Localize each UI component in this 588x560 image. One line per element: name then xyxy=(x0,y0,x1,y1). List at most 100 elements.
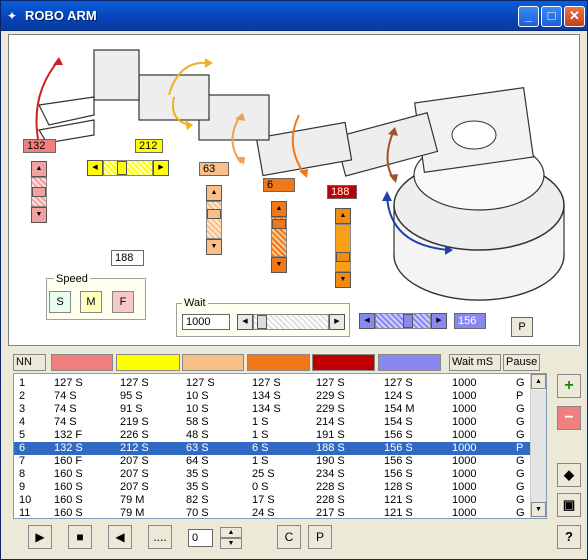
joint5-slider-track[interactable] xyxy=(335,224,351,272)
close-button[interactable]: ✕ xyxy=(564,6,585,27)
table-row[interactable]: 4 74 S 219 S 58 S 1 S 214 S 154 S 1000 G xyxy=(14,416,531,429)
table-cell: 8 xyxy=(19,468,26,480)
joint4-slider-track[interactable] xyxy=(271,217,287,257)
remove-step-button[interactable]: − xyxy=(557,406,581,430)
joint6-slider-track[interactable] xyxy=(375,313,431,329)
table-cell: G xyxy=(516,481,525,493)
table-cell: 1 xyxy=(19,377,26,389)
table-cell: 132 S xyxy=(54,442,83,454)
joint5-value: 188 xyxy=(327,185,357,199)
table-cell: 1 S xyxy=(252,455,269,467)
table-row[interactable]: 8 160 S 207 S 35 S 25 S 234 S 156 S 1000 G xyxy=(14,468,531,481)
joint4-down-button[interactable]: ▼ xyxy=(271,257,287,273)
joint2-slider-track[interactable] xyxy=(103,160,153,176)
joint4-slider-thumb[interactable] xyxy=(272,219,286,229)
table-cell: 25 S xyxy=(252,468,275,480)
play-button[interactable]: ▶ xyxy=(28,525,52,549)
table-row[interactable]: 2 74 S 95 S 10 S 134 S 229 S 124 S 1000 P xyxy=(14,390,531,403)
disk-icon[interactable]: ▣ xyxy=(557,493,581,517)
list-scrollbar[interactable]: ▲ ▼ xyxy=(530,374,546,518)
eraser-icon[interactable]: ◆ xyxy=(557,463,581,487)
speed-slow-button[interactable]: S xyxy=(49,291,71,313)
dots-button[interactable]: .... xyxy=(148,525,172,549)
add-step-button[interactable]: + xyxy=(557,374,581,398)
maximize-button[interactable]: □ xyxy=(541,6,562,27)
joint1-slider-track[interactable] xyxy=(31,177,47,207)
table-cell: 132 F xyxy=(54,429,83,441)
joint1-down-button[interactable]: ▼ xyxy=(31,207,47,223)
joint5-up-button[interactable]: ▲ xyxy=(335,208,351,224)
table-cell: 1000 xyxy=(452,494,477,506)
table-row[interactable]: 3 74 S 91 S 10 S 134 S 229 S 154 M 1000 G xyxy=(14,403,531,416)
stop-button[interactable]: ■ xyxy=(68,525,92,549)
table-cell: 1000 xyxy=(452,416,477,428)
table-cell: 48 S xyxy=(186,429,209,441)
table-cell: 124 S xyxy=(384,390,413,402)
table-row[interactable]: 10 160 S 79 M 82 S 17 S 228 S 121 S 1000 G xyxy=(14,494,531,507)
table-row[interactable]: 6 132 S 212 S 63 S 6 S 188 S 156 S 1000 P xyxy=(14,441,532,456)
joint3-down-button[interactable]: ▼ xyxy=(206,239,222,255)
joint2-slider-thumb[interactable] xyxy=(117,161,127,175)
table-cell: 7 xyxy=(19,455,26,467)
c-button[interactable]: C xyxy=(277,525,301,549)
wait-left-button[interactable]: ◀ xyxy=(237,314,253,330)
table-cell: 217 S xyxy=(316,507,345,519)
joint3-up-button[interactable]: ▲ xyxy=(206,185,222,201)
scroll-down-button[interactable]: ▼ xyxy=(531,502,546,517)
joint5-slider-thumb[interactable] xyxy=(336,252,350,262)
counter-down-button[interactable]: ▼ xyxy=(220,538,242,549)
table-row[interactable]: 9 160 S 207 S 35 S 0 S 228 S 128 S 1000 G xyxy=(14,481,531,494)
table-cell: 95 S xyxy=(120,390,143,402)
table-cell: 1000 xyxy=(452,429,477,441)
table-row[interactable]: 11 160 S 79 M 70 S 24 S 217 S 121 S 1000 G xyxy=(14,507,531,519)
table-row[interactable]: 7 160 F 207 S 64 S 1 S 190 S 156 S 1000 G xyxy=(14,455,531,468)
table-cell: G xyxy=(516,377,525,389)
joint3-slider-thumb[interactable] xyxy=(207,209,221,219)
table-cell: 228 S xyxy=(316,494,345,506)
sequence-list[interactable]: 1 127 S 127 S 127 S 127 S 127 S 127 S 1000 G 2 74 … xyxy=(13,373,547,519)
header-color-4 xyxy=(247,354,310,371)
p-button[interactable]: P xyxy=(308,525,332,549)
p-button-top[interactable]: P xyxy=(511,317,533,337)
table-cell: 79 M xyxy=(120,494,145,506)
table-row[interactable]: 1 127 S 127 S 127 S 127 S 127 S 127 S 1000 G xyxy=(14,377,531,390)
minimize-button[interactable]: _ xyxy=(518,6,539,27)
joint6-right-button[interactable]: ▶ xyxy=(431,313,447,329)
joint6-slider-thumb[interactable] xyxy=(403,314,413,328)
header-pause: Pause xyxy=(503,354,540,371)
table-cell: 214 S xyxy=(316,416,345,428)
scroll-thumb[interactable] xyxy=(531,390,546,502)
joint6-left-button[interactable]: ◀ xyxy=(359,313,375,329)
back-button[interactable]: ◀ xyxy=(108,525,132,549)
help-icon[interactable]: ? xyxy=(557,525,581,549)
joint2-right-button[interactable]: ▶ xyxy=(153,160,169,176)
wait-value-field[interactable]: 1000 xyxy=(182,314,230,330)
joint1-slider-thumb[interactable] xyxy=(32,187,46,197)
table-cell: 10 xyxy=(19,494,32,506)
wait-right-button[interactable]: ▶ xyxy=(329,314,345,330)
counter-up-button[interactable]: ▲ xyxy=(220,527,242,538)
joint1-up-button[interactable]: ▲ xyxy=(31,161,47,177)
table-cell: 79 M xyxy=(120,507,145,519)
joint5-down-button[interactable]: ▼ xyxy=(335,272,351,288)
table-cell: 24 S xyxy=(252,507,275,519)
joint2-left-button[interactable]: ◀ xyxy=(87,160,103,176)
speed-medium-button[interactable]: M xyxy=(80,291,102,313)
table-row[interactable]: 5 132 F 226 S 48 S 1 S 191 S 156 S 1000 G xyxy=(14,429,531,442)
table-cell: 35 S xyxy=(186,481,209,493)
speed-fast-button[interactable]: F xyxy=(112,291,134,313)
table-cell: 127 S xyxy=(384,377,413,389)
scroll-up-button[interactable]: ▲ xyxy=(531,374,546,389)
wait-slider-thumb[interactable] xyxy=(257,315,267,329)
step-counter[interactable]: 0 xyxy=(188,529,213,547)
joint4-up-button[interactable]: ▲ xyxy=(271,201,287,217)
wait-slider-track[interactable] xyxy=(253,314,329,330)
table-cell: 207 S xyxy=(120,455,149,467)
table-cell: 6 xyxy=(19,442,26,454)
joint3-slider-track[interactable] xyxy=(206,201,222,239)
title-bar[interactable]: ✦ ROBO ARM _ □ ✕ xyxy=(1,1,587,31)
extra-value-field[interactable]: 188 xyxy=(111,250,144,266)
table-cell: 228 S xyxy=(316,481,345,493)
table-cell: 58 S xyxy=(186,416,209,428)
table-cell: 1000 xyxy=(452,442,477,454)
